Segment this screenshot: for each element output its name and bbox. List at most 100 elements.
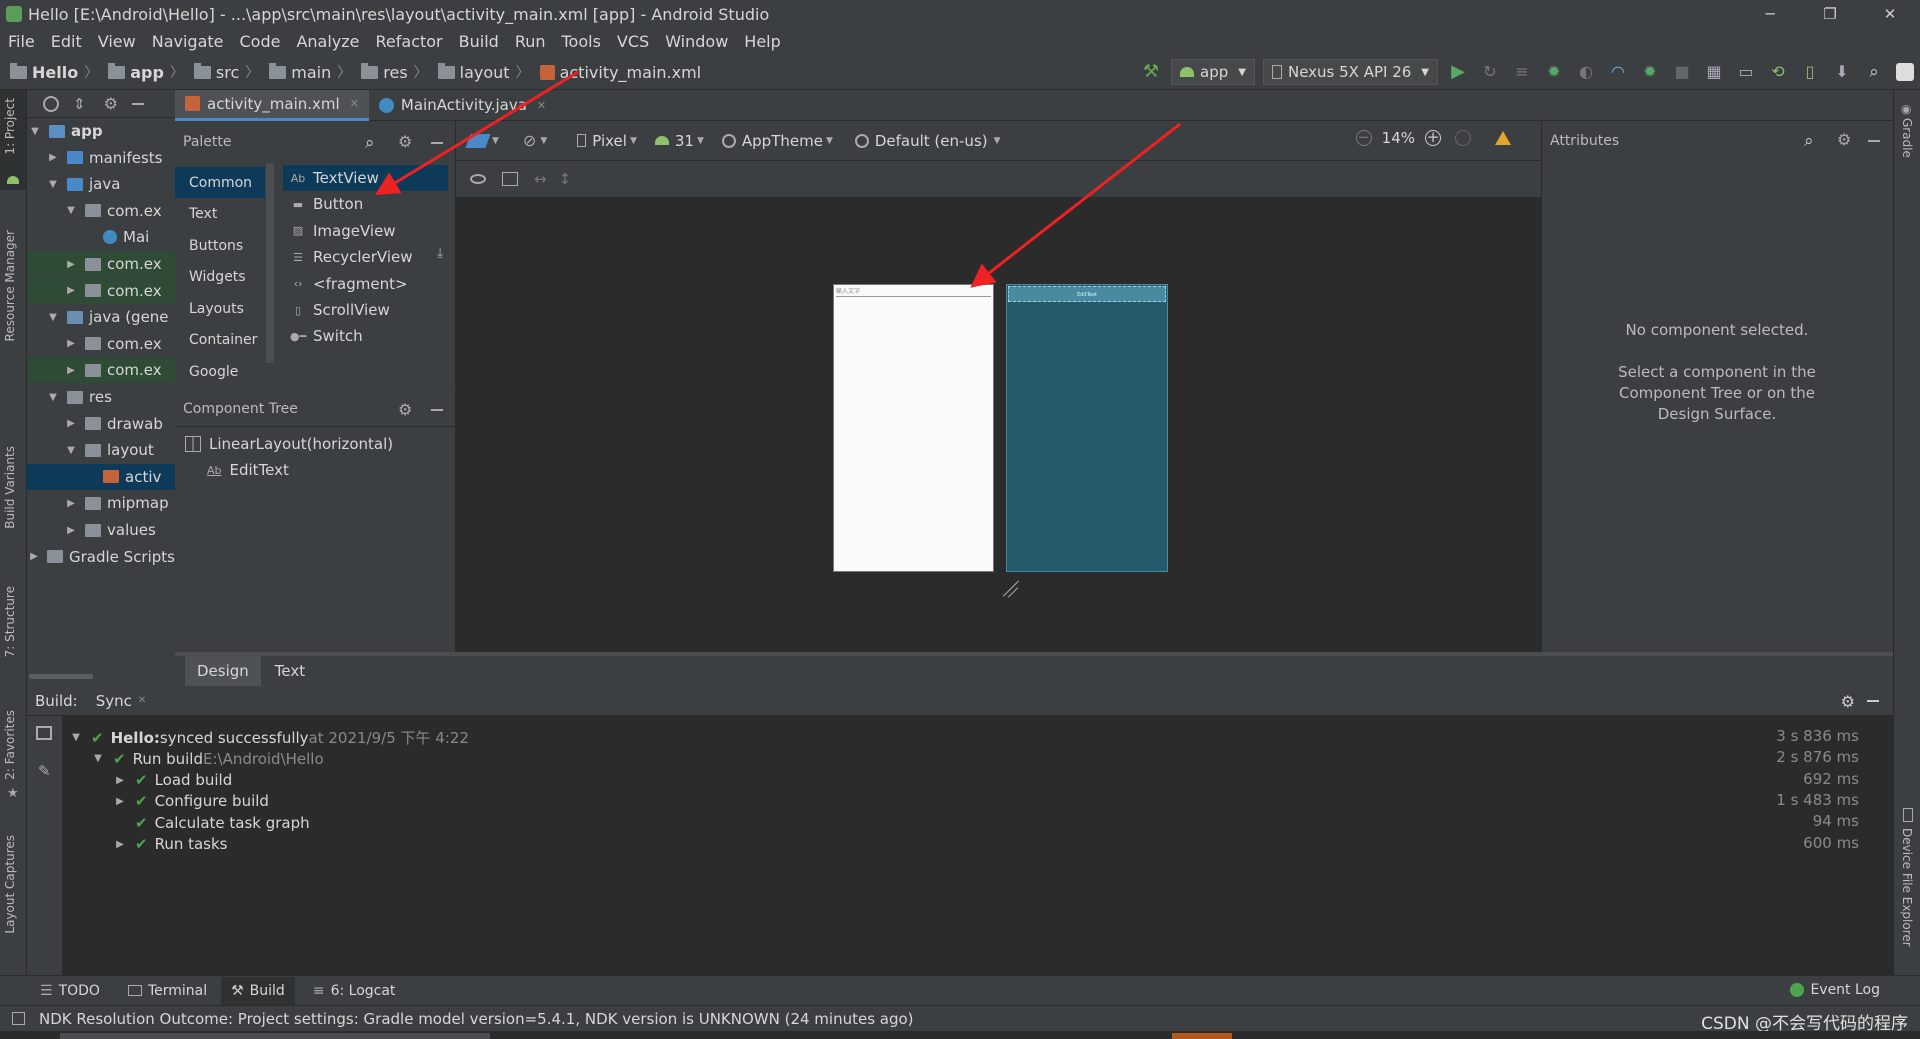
menu-refactor[interactable]: Refactor <box>376 32 443 51</box>
project-tree-node[interactable]: Mai <box>27 224 175 250</box>
menu-help[interactable]: Help <box>744 32 780 51</box>
tree-node-edittext[interactable]: Ab EditText <box>207 458 524 482</box>
expanded-arrow-icon[interactable]: ▼ <box>47 312 59 323</box>
rerun-icon[interactable] <box>36 726 52 740</box>
collapsed-arrow-icon[interactable]: ▶ <box>65 525 77 536</box>
tree-node-linearlayout[interactable]: LinearLayout(horizontal) <box>185 432 393 456</box>
menu-code[interactable]: Code <box>240 32 281 51</box>
zoom-to-fit-icon[interactable] <box>1455 130 1471 146</box>
project-tree-node[interactable]: ▶ mipmap <box>27 490 175 516</box>
search-icon[interactable]: ⌕ <box>365 133 375 153</box>
collapsed-arrow-icon[interactable]: ▶ <box>47 152 59 163</box>
collapsed-arrow-icon[interactable]: ▶ <box>113 775 127 786</box>
apply-code-changes-icon[interactable]: ≡ <box>1512 62 1532 82</box>
collapsed-arrow-icon[interactable]: ▶ <box>65 365 77 376</box>
pin-icon[interactable]: ✎ <box>38 762 51 780</box>
hide-panel-icon[interactable] <box>131 102 144 105</box>
expanded-arrow-icon[interactable]: ▼ <box>47 392 59 403</box>
build-tree-row[interactable]: ▼ ✔ Hello: synced successfully at 2021/9/5… <box>69 727 469 748</box>
palette-item-textview[interactable]: Ab TextView <box>283 165 448 191</box>
collapsed-arrow-icon[interactable]: ▶ <box>113 839 127 850</box>
palette-item-scrollview[interactable]: ▯ ScrollView <box>283 297 448 323</box>
hide-panel-icon[interactable] <box>1868 140 1880 142</box>
menu-window[interactable]: Window <box>665 32 728 51</box>
locale-select[interactable]: Default (en-us) ▼ <box>854 132 1001 150</box>
tab-text[interactable]: Text <box>263 656 317 686</box>
project-tree-node[interactable]: ▶ com.ex <box>27 331 175 357</box>
breadcrumb-app[interactable]: app 〉 <box>108 62 184 82</box>
collapsed-arrow-icon[interactable]: ▶ <box>65 285 77 296</box>
build-tree-row[interactable]: ▶ ✔ Load build <box>113 770 232 791</box>
project-structure-icon[interactable]: ▦ <box>1704 62 1724 82</box>
project-horizontal-scrollbar[interactable] <box>27 672 175 680</box>
breadcrumb-main[interactable]: main 〉 <box>269 62 351 82</box>
tab-activity-main-xml[interactable]: activity_main.xml ✕ <box>175 89 369 121</box>
resource-manager-tool-button[interactable]: Resource Manager <box>3 230 17 341</box>
menu-vcs[interactable]: VCS <box>617 32 649 51</box>
status-message[interactable]: NDK Resolution Outcome: Project settings… <box>39 1010 914 1028</box>
warning-icon[interactable] <box>1495 131 1511 145</box>
gear-icon[interactable]: ⚙ <box>1837 130 1851 149</box>
collapsed-arrow-icon[interactable]: ▶ <box>29 551 39 562</box>
collapsed-arrow-icon[interactable]: ▶ <box>65 418 77 429</box>
edit-text-blueprint[interactable]: EditText <box>1008 286 1166 302</box>
tab-mainactivity-java[interactable]: MainActivity.java ✕ <box>369 90 556 121</box>
theme-select[interactable]: AppTheme ▼ <box>721 132 833 150</box>
favorites-tool-button[interactable]: 2: Favorites <box>3 710 17 780</box>
margins-icon[interactable] <box>502 172 518 186</box>
project-tree-node[interactable]: ▶ com.ex <box>27 277 175 304</box>
event-log-button[interactable]: Event Log <box>1790 982 1880 998</box>
menu-file[interactable]: File <box>8 32 35 51</box>
close-icon[interactable]: ✕ <box>537 99 546 112</box>
zoom-out-icon[interactable]: − <box>1355 130 1372 146</box>
palette-item-button[interactable]: ▬ Button <box>283 191 448 217</box>
project-tree-node[interactable]: ▶ Gradle Scripts <box>27 544 175 570</box>
apply-changes-icon[interactable]: ↻ <box>1480 62 1500 82</box>
menu-analyze[interactable]: Analyze <box>296 32 359 51</box>
tab-terminal[interactable]: Terminal <box>127 983 207 999</box>
project-tree-node[interactable]: ▼ app <box>27 118 175 144</box>
search-icon[interactable]: ⌕ <box>1804 131 1814 151</box>
build-tree-row[interactable]: ▶ ✔ Configure build <box>113 791 269 812</box>
project-tool-button[interactable]: 1: Project <box>3 98 17 155</box>
run-icon[interactable]: ▶ <box>1448 62 1468 82</box>
avd-manager-icon[interactable]: ▯ <box>1800 62 1820 82</box>
tool-window-toggle-icon[interactable] <box>12 1012 25 1025</box>
device-for-preview-select[interactable]: Pixel ▼ <box>577 132 637 150</box>
user-icon[interactable] <box>1896 63 1914 81</box>
debug-icon[interactable]: ✹ <box>1544 62 1564 82</box>
make-project-hammer-icon[interactable]: ⚒ <box>1141 62 1161 82</box>
run-config-select[interactable]: app ▼ <box>1171 59 1255 85</box>
coverage-icon[interactable]: ◐ <box>1576 62 1596 82</box>
project-tree-node[interactable]: ▼ res <box>27 384 175 410</box>
breadcrumb-src[interactable]: src 〉 <box>193 62 259 82</box>
close-icon[interactable]: ✕ <box>350 97 359 110</box>
minimize-button[interactable]: ─ <box>1740 0 1800 28</box>
design-mode-layers-icon[interactable] <box>465 133 491 148</box>
palette-item-fragment[interactable]: ‹› <fragment> <box>283 271 448 297</box>
expanded-arrow-icon[interactable]: ▼ <box>65 205 77 216</box>
build-tree-row[interactable]: ▼ ✔ Run build E:\Android\Hello <box>91 748 324 769</box>
api-level-select[interactable]: 31 ▼ <box>654 132 704 150</box>
gear-icon[interactable]: ⚙ <box>398 132 412 151</box>
expanded-arrow-icon[interactable]: ▼ <box>29 126 41 137</box>
menu-run[interactable]: Run <box>515 32 546 51</box>
orientation-icon[interactable]: ⊘ <box>523 131 536 150</box>
build-tree-row[interactable]: ▶ ✔ Run tasks <box>113 834 227 855</box>
attach-debugger-icon[interactable]: ✹ <box>1640 62 1660 82</box>
project-tree-node[interactable]: ▶ com.ex <box>27 251 175 277</box>
project-tree-node[interactable]: ▼ java (gene <box>27 304 175 330</box>
edit-text-preview[interactable]: 输入文字 <box>836 287 991 297</box>
tab-logcat[interactable]: ≡ 6: Logcat <box>313 983 396 999</box>
gear-icon[interactable]: ⚙ <box>398 400 412 419</box>
build-variants-tool-button[interactable]: Build Variants <box>3 446 17 529</box>
device-select[interactable]: Nexus 5X API 26 ▼ <box>1262 59 1438 85</box>
expanded-arrow-icon[interactable]: ▼ <box>91 753 105 764</box>
restore-button[interactable]: ❐ <box>1800 0 1860 28</box>
expanded-arrow-icon[interactable]: ▼ <box>65 445 77 456</box>
tab-sync[interactable]: Sync ✕ <box>96 692 147 710</box>
tab-build[interactable]: ⚒ Build <box>221 976 295 1005</box>
project-tree-node[interactable]: ▶ manifests <box>27 145 175 171</box>
structure-tool-button[interactable]: 7: Structure <box>3 586 17 657</box>
resize-handle[interactable] <box>998 578 1020 600</box>
